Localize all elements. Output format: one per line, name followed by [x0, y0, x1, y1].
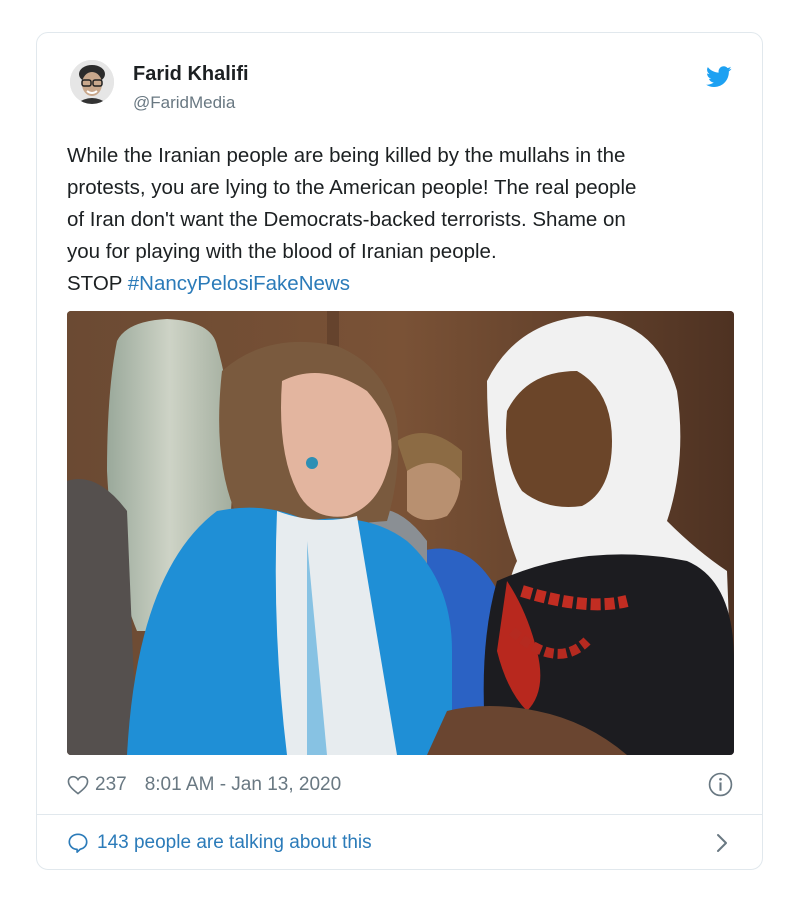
talking-link[interactable]: 143 people are talking about this — [67, 829, 372, 857]
heart-icon[interactable] — [67, 775, 89, 795]
speech-bubble-icon — [68, 833, 88, 853]
author-name[interactable]: Farid Khalifi — [133, 63, 249, 86]
like-count[interactable]: 237 — [95, 774, 127, 796]
chevron-right-icon[interactable] — [715, 832, 729, 854]
tweet-line-tail: STOP — [67, 272, 128, 295]
divider — [37, 814, 762, 815]
tweet-meta: 237 8:01 AM - Jan 13, 2020 — [67, 771, 341, 799]
tweet-text: While the Iranian people are being kille… — [67, 140, 737, 300]
photo-image — [67, 311, 734, 755]
tweet-card: Farid Khalifi @FaridMedia While the Iran… — [36, 32, 763, 870]
info-icon[interactable] — [708, 772, 733, 797]
tweet-line: While the Iranian people are being kille… — [67, 144, 626, 167]
talking-text: 143 people are talking about this — [97, 832, 372, 853]
tweet-line: of Iran don't want the Democrats-backed … — [67, 208, 626, 231]
tweet-photo[interactable] — [67, 311, 734, 755]
author-handle[interactable]: @FaridMedia — [133, 93, 235, 113]
avatar-icon — [70, 60, 114, 104]
author-avatar[interactable] — [70, 60, 114, 104]
twitter-bird-icon[interactable] — [706, 66, 732, 88]
tweet-line: you for playing with the blood of Irania… — [67, 240, 497, 263]
tweet-timestamp[interactable]: 8:01 AM - Jan 13, 2020 — [145, 774, 341, 796]
hashtag-link[interactable]: #NancyPelosiFakeNews — [128, 272, 350, 295]
tweet-line: protests, you are lying to the American … — [67, 176, 637, 199]
